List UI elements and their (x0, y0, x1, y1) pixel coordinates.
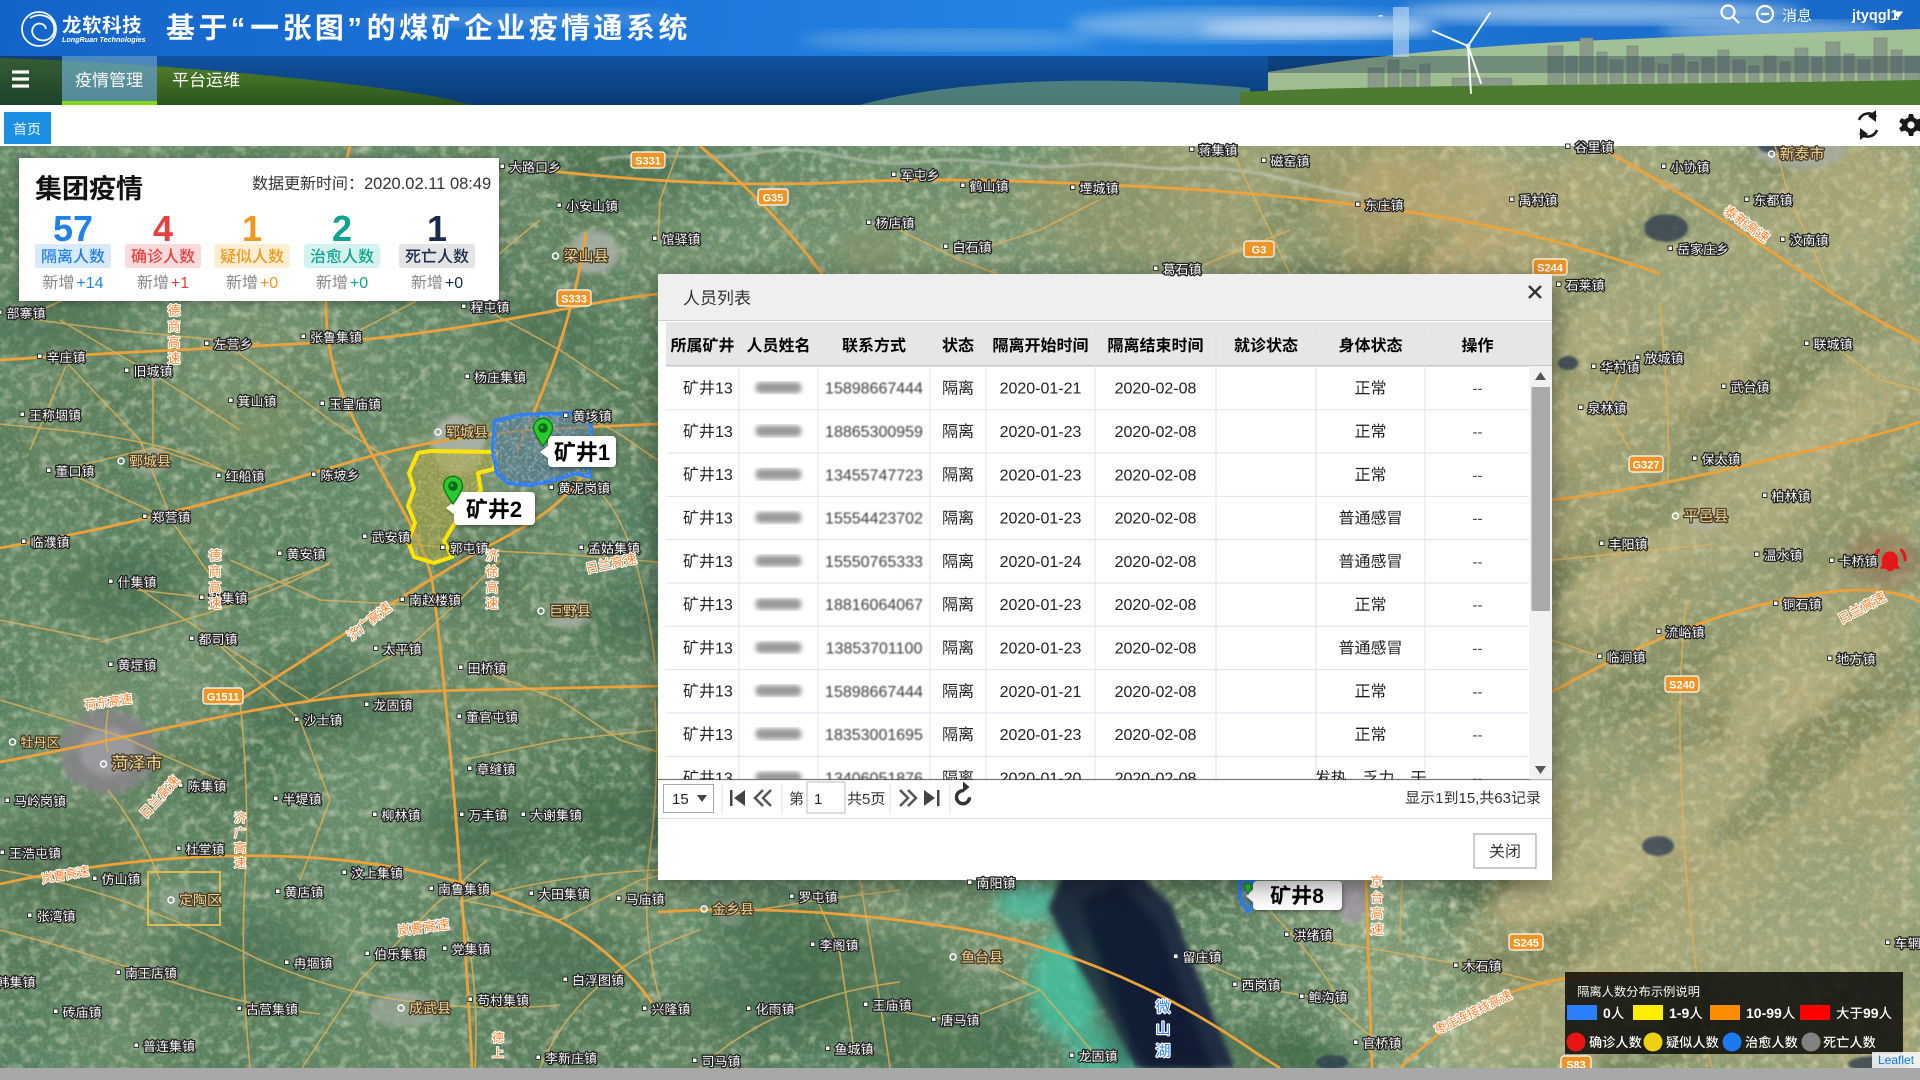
svg-text:--: -- (1473, 727, 1483, 744)
svg-text:1: 1 (242, 208, 262, 249)
svg-text:“: “ (231, 13, 249, 45)
svg-text:13: 13 (715, 727, 733, 744)
svg-text:1: 1 (598, 440, 610, 465)
svg-text:63: 63 (1494, 790, 1511, 807)
svg-text:2020-02-08: 2020-02-08 (1115, 467, 1197, 484)
svg-text:--: -- (1473, 684, 1483, 701)
svg-text:4: 4 (153, 208, 173, 249)
svg-text:2020-01-23: 2020-01-23 (1000, 511, 1082, 528)
svg-text:2020-02-08: 2020-02-08 (1115, 554, 1197, 571)
svg-text:2020-02-08: 2020-02-08 (1115, 727, 1197, 744)
svg-text:18816064067: 18816064067 (825, 597, 923, 614)
svg-text:+0: +0 (445, 275, 463, 292)
svg-text:1: 1 (427, 208, 447, 249)
svg-text:--: -- (1473, 467, 1483, 484)
svg-text:18353001695: 18353001695 (825, 727, 923, 744)
svg-text:13: 13 (715, 640, 733, 657)
svg-text:jtyqgl1: jtyqgl1 (1851, 8, 1899, 24)
svg-text:57: 57 (53, 208, 93, 249)
svg-text:2020-01-23: 2020-01-23 (1000, 424, 1082, 441)
svg-text:2020-01-23: 2020-01-23 (1000, 467, 1082, 484)
svg-text:2020-02-08: 2020-02-08 (1115, 424, 1197, 441)
svg-text:2020-01-24: 2020-01-24 (1000, 554, 1082, 571)
svg-text:10-99: 10-99 (1746, 1005, 1782, 1021)
svg-text:+0: +0 (350, 275, 368, 292)
svg-text:13: 13 (715, 684, 733, 701)
svg-text:--: -- (1473, 597, 1483, 614)
svg-text:15550765333: 15550765333 (825, 554, 923, 571)
svg-text:13: 13 (715, 770, 733, 787)
svg-text:”: ” (347, 13, 365, 45)
svg-text:2020.02.11 08:49: 2020.02.11 08:49 (364, 175, 491, 193)
svg-text:Leaflet: Leaflet (1878, 1053, 1915, 1067)
svg-text:--: -- (1473, 770, 1483, 787)
svg-text:2020-01-23: 2020-01-23 (1000, 597, 1082, 614)
svg-text:15898667444: 15898667444 (825, 684, 923, 701)
svg-text:2020-02-08: 2020-02-08 (1115, 770, 1197, 787)
svg-text:13: 13 (715, 467, 733, 484)
svg-text:13: 13 (715, 554, 733, 571)
svg-text:1: 1 (814, 791, 822, 808)
svg-text:1-9: 1-9 (1669, 1005, 1689, 1021)
svg-text:+14: +14 (76, 275, 103, 292)
svg-text:2020-01-23: 2020-01-23 (1000, 727, 1082, 744)
svg-text:2: 2 (510, 497, 522, 522)
svg-text:1: 1 (1435, 790, 1443, 807)
svg-text:8: 8 (1312, 885, 1324, 908)
svg-text:15554423702: 15554423702 (825, 511, 923, 528)
svg-text:+1: +1 (171, 275, 189, 292)
svg-text:2020-01-21: 2020-01-21 (1000, 381, 1082, 398)
svg-text:--: -- (1473, 381, 1483, 398)
svg-text:15: 15 (672, 791, 689, 808)
svg-text:18865300959: 18865300959 (825, 424, 923, 441)
svg-text:2020-02-08: 2020-02-08 (1115, 684, 1197, 701)
svg-text:2020-02-08: 2020-02-08 (1115, 597, 1197, 614)
svg-text:13: 13 (715, 424, 733, 441)
svg-text:--: -- (1473, 554, 1483, 571)
svg-text:2020-02-08: 2020-02-08 (1115, 381, 1197, 398)
svg-text:13: 13 (715, 511, 733, 528)
svg-text:2020-01-23: 2020-01-23 (1000, 640, 1082, 657)
svg-text:15898667444: 15898667444 (825, 381, 923, 398)
svg-text:13455747723: 13455747723 (825, 467, 923, 484)
svg-text:13: 13 (715, 381, 733, 398)
svg-text:99: 99 (1863, 1005, 1879, 1021)
svg-text:-: - (1378, 7, 1383, 24)
svg-text:13: 13 (715, 597, 733, 614)
svg-text:2: 2 (332, 208, 352, 249)
svg-text:LongRuan Technologies: LongRuan Technologies (62, 35, 146, 44)
svg-text:2020-01-20: 2020-01-20 (1000, 770, 1082, 787)
svg-text:13406051876: 13406051876 (825, 770, 923, 787)
svg-text:13853701100: 13853701100 (826, 640, 923, 657)
svg-text:2020-02-08: 2020-02-08 (1115, 640, 1197, 657)
svg-text:2020-01-21: 2020-01-21 (1000, 684, 1082, 701)
svg-text:+0: +0 (260, 275, 278, 292)
svg-text:--: -- (1473, 640, 1483, 657)
svg-text:--: -- (1473, 511, 1483, 528)
svg-text:2020-02-08: 2020-02-08 (1115, 511, 1197, 528)
svg-text:0: 0 (1603, 1005, 1611, 1021)
svg-text:--: -- (1473, 424, 1483, 441)
svg-text:15,: 15, (1459, 790, 1480, 807)
svg-text:5: 5 (862, 791, 870, 808)
